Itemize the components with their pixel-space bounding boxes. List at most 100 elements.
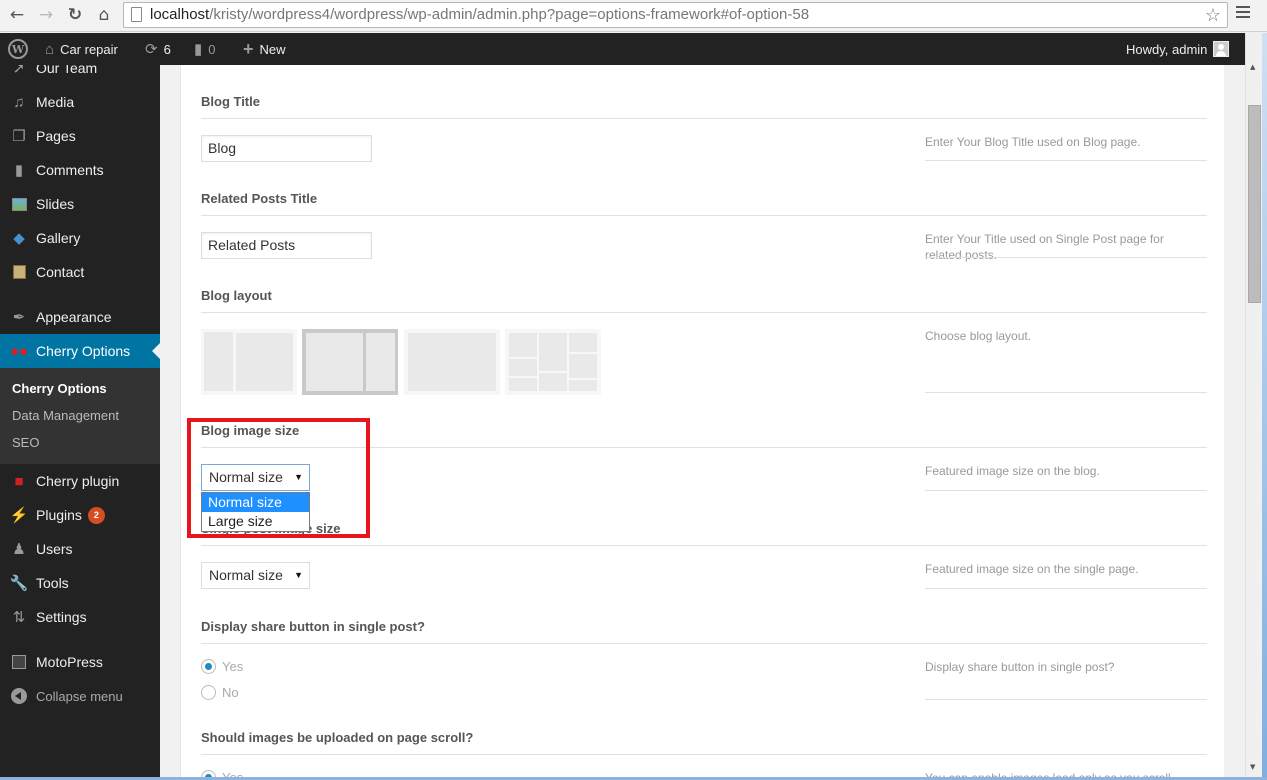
option-description: Enter Your Blog Title used on Blog page.	[925, 135, 1141, 149]
divider	[201, 215, 1207, 216]
collapse-menu-label: Collapse menu	[36, 688, 123, 704]
sidebar-item-label: Tools	[36, 575, 69, 591]
window-border	[1262, 33, 1267, 780]
updates-link[interactable]: ⟳ 6	[145, 33, 171, 65]
radio-dot	[201, 659, 216, 674]
divider	[925, 699, 1207, 700]
caret-down-icon: ▼	[294, 472, 303, 482]
divider	[201, 754, 1207, 755]
sidebar-item-gallery[interactable]: ◆ Gallery	[0, 221, 160, 255]
my-account-link[interactable]: Howdy, admin	[1126, 33, 1230, 65]
slides-icon	[0, 197, 36, 211]
sidebar-item-label: MotoPress	[36, 654, 103, 670]
scroll-up-arrow-icon[interactable]: ▲	[1250, 63, 1255, 71]
sidebar-item-label: Gallery	[36, 230, 81, 246]
related-posts-title-input[interactable]: Related Posts	[201, 232, 372, 259]
divider	[201, 118, 1207, 119]
contact-icon	[0, 265, 36, 279]
comments-count: 0	[208, 41, 216, 57]
sidebar-item-plugins[interactable]: ⚡ Plugins 2	[0, 498, 160, 532]
sidebar-item-cherry-plugin[interactable]: ■ Cherry plugin	[0, 464, 160, 498]
page-icon	[131, 7, 142, 22]
single-image-size-select[interactable]: Normal size ▼	[201, 562, 310, 589]
new-label: New	[259, 41, 286, 57]
dropdown-option-normal-size[interactable]: Normal size	[202, 493, 309, 512]
collapse-menu-button[interactable]: Collapse menu	[0, 679, 160, 713]
home-icon: ⌂	[45, 40, 55, 58]
comments-link[interactable]: ▮ 0	[194, 33, 216, 65]
sidebar-item-label: Pages	[36, 128, 76, 144]
back-button[interactable]: ←	[6, 4, 28, 26]
sidebar-item-pages[interactable]: ❐ Pages	[0, 119, 160, 153]
sidebar-item-label: Settings	[36, 609, 87, 625]
updates-count: 6	[163, 41, 171, 57]
pages-icon: ❐	[12, 128, 26, 145]
plus-icon: +	[243, 38, 254, 59]
address-bar[interactable]: localhost/kristy/wordpress4/wordpress/wp…	[123, 2, 1228, 28]
submenu-item-seo[interactable]: SEO	[12, 435, 39, 450]
radio-label: No	[222, 685, 239, 700]
sidebar-item-tools[interactable]: 🔧 Tools	[0, 566, 160, 600]
option-description: Featured image size on the blog.	[925, 464, 1100, 478]
submenu-item-cherry-options[interactable]: Cherry Options	[12, 381, 107, 396]
share-button-radio-no[interactable]: No	[201, 685, 239, 700]
sidebar-item-our-team[interactable]: ➚ Our Team	[0, 65, 160, 85]
option-description: Enter Your Title used on Single Post pag…	[925, 232, 1164, 262]
cherry-icon: ●●	[9, 342, 29, 360]
divider	[201, 312, 1207, 313]
updates-icon: ⟳	[145, 41, 158, 58]
share-button-radio-yes[interactable]: Yes	[201, 659, 243, 674]
new-content-link[interactable]: + New	[243, 33, 286, 65]
sidebar-item-settings[interactable]: ⇅ Settings	[0, 600, 160, 634]
main-content: Blog Title Blog Enter Your Blog Title us…	[160, 65, 1245, 780]
sidebar-item-motopress[interactable]: MotoPress	[0, 645, 160, 679]
wp-logo-menu[interactable]: W	[8, 33, 28, 65]
options-panel: Blog Title Blog Enter Your Blog Title us…	[180, 65, 1224, 780]
sidebar-item-appearance[interactable]: ✒ Appearance	[0, 300, 160, 334]
divider	[925, 160, 1207, 161]
admin-bar: W ⌂ Car repair ⟳ 6 ▮ 0 + New Howdy, admi…	[0, 33, 1245, 65]
sidebar-item-label: Our Team	[36, 65, 98, 76]
layout-option-full-width[interactable]	[404, 329, 500, 395]
scroll-down-arrow-icon[interactable]: ▼	[1250, 763, 1255, 771]
option-title: Display share button in single post?	[201, 619, 425, 634]
puzzle-icon: ■	[14, 472, 24, 490]
motopress-icon	[0, 655, 36, 669]
sidebar-item-label: Cherry plugin	[36, 473, 120, 489]
sidebar-item-label: Appearance	[36, 309, 112, 325]
browser-menu-icon[interactable]	[1236, 6, 1250, 20]
sidebar-item-label: Comments	[36, 162, 104, 178]
sidebar-item-comments[interactable]: ▮ Comments	[0, 153, 160, 187]
blog-image-size-select[interactable]: Normal size ▼	[201, 464, 310, 491]
layout-option-sidebar-right[interactable]	[302, 329, 398, 395]
sidebar-item-users[interactable]: ♟ Users	[0, 532, 160, 566]
divider	[925, 392, 1207, 393]
cherry-options-submenu: Cherry Options Data Management SEO	[0, 368, 160, 464]
forward-button[interactable]: →	[35, 4, 57, 26]
site-name-link[interactable]: ⌂ Car repair	[45, 33, 118, 65]
home-button[interactable]: ⌂	[93, 4, 115, 26]
collapse-icon	[11, 688, 27, 704]
wordpress-logo-icon: W	[8, 39, 28, 59]
sidebar-item-contact[interactable]: Contact	[0, 255, 160, 289]
url-host: localhost	[150, 6, 210, 23]
option-title: Blog image size	[201, 423, 300, 438]
dropdown-option-large-size[interactable]: Large size	[202, 512, 309, 531]
sidebar-item-media[interactable]: ♫ Media	[0, 85, 160, 119]
submenu-item-data-management[interactable]: Data Management	[12, 408, 119, 423]
reload-button[interactable]: ↻	[64, 4, 86, 26]
divider	[925, 257, 1207, 258]
radio-dot	[201, 685, 216, 700]
url-path: /kristy/wordpress4/wordpress/wp-admin/ad…	[209, 6, 810, 23]
divider	[201, 545, 1207, 546]
blog-title-input[interactable]: Blog	[201, 135, 372, 162]
bookmark-star-icon[interactable]: ☆	[1205, 3, 1221, 27]
option-description: Display share button in single post?	[925, 660, 1115, 674]
layout-option-masonry[interactable]	[505, 329, 601, 395]
sidebar-item-slides[interactable]: Slides	[0, 187, 160, 221]
divider	[925, 490, 1207, 491]
sidebar-item-cherry-options[interactable]: ●● Cherry Options	[0, 334, 160, 368]
scrollbar-thumb[interactable]	[1248, 105, 1261, 303]
layout-option-sidebar-left[interactable]	[201, 329, 297, 395]
option-title: Blog layout	[201, 288, 272, 303]
